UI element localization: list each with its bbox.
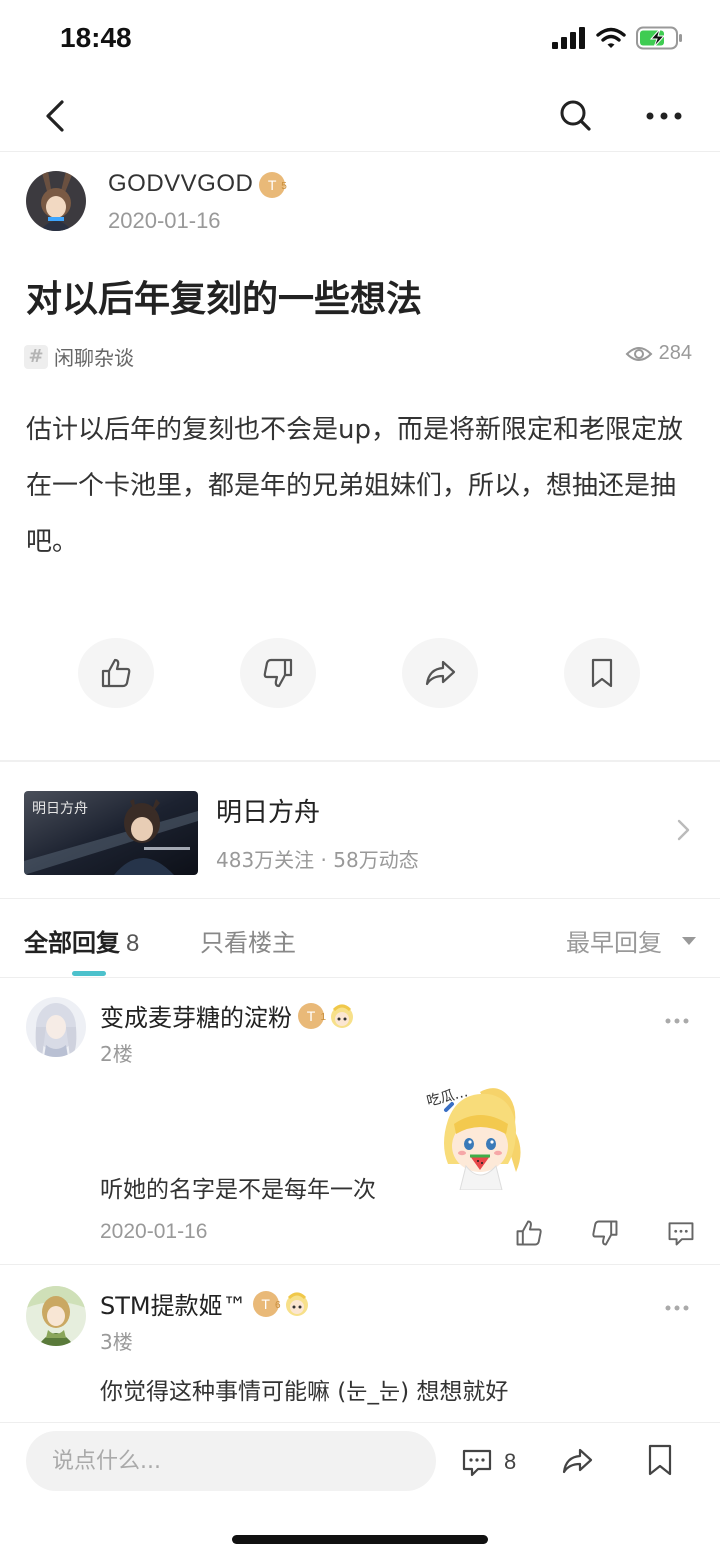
- wifi-icon: [596, 27, 626, 48]
- author-name-text: GODVVGOD: [108, 170, 254, 197]
- thumbs-up-icon: [101, 658, 131, 688]
- search-icon[interactable]: [556, 96, 596, 136]
- game-name[interactable]: 明日方舟: [216, 792, 320, 829]
- author-name[interactable]: GODVVGOD T 5: [108, 170, 287, 198]
- post-body: 估计以后年的复刻也不会是up，而是将新限定和老限定放在一个卡池里，都是年的兄弟姐…: [26, 415, 683, 557]
- reply-more-icon[interactable]: [664, 1303, 690, 1313]
- thumbs-down-icon: [263, 658, 293, 688]
- reply-username[interactable]: STM提款姬™ T6: [100, 1286, 311, 1321]
- tab-all-replies[interactable]: 全部回复 8: [24, 923, 139, 958]
- avatar-emoji-badge-icon: [331, 1004, 353, 1028]
- tag-label: 闲聊杂谈: [54, 346, 134, 370]
- sort-dropdown[interactable]: 最早回复: [566, 923, 696, 958]
- battery-charging-icon: [636, 26, 682, 50]
- game-cover-logo: 明日方舟: [32, 801, 88, 817]
- sort-label: 最早回复: [566, 929, 662, 957]
- post-tag[interactable]: # 闲聊杂谈: [24, 342, 134, 371]
- reply-comment-icon[interactable]: [666, 1218, 696, 1248]
- tab-all-count: 8: [126, 930, 140, 957]
- hashtag-icon: #: [24, 344, 48, 369]
- eye-icon: [625, 346, 653, 361]
- reply-divider: [0, 1264, 720, 1265]
- reply-username[interactable]: 变成麦芽糖的淀粉 T1: [100, 998, 356, 1033]
- reply-username-text: 变成麦芽糖的淀粉: [100, 1004, 292, 1032]
- share-icon: [425, 660, 456, 686]
- bottom-bar: 8: [0, 1422, 720, 1558]
- comment-input[interactable]: [26, 1431, 436, 1491]
- view-count: 284: [625, 342, 692, 365]
- comments-button[interactable]: 8: [460, 1445, 516, 1479]
- more-icon[interactable]: [642, 96, 686, 136]
- reply-like-icon[interactable]: [514, 1218, 544, 1248]
- comment-count: 8: [504, 1449, 517, 1474]
- comment-icon: [462, 1449, 492, 1477]
- post-date: 2020-01-16: [108, 208, 221, 233]
- share-button[interactable]: [402, 638, 478, 708]
- author-level-badge: T5: [259, 171, 287, 198]
- reply-username-text: STM提款姬™: [100, 1292, 247, 1320]
- tab-op-only[interactable]: 只看楼主: [200, 923, 296, 958]
- reply-dislike-icon[interactable]: [590, 1218, 620, 1248]
- game-stats: 483万关注 · 58万动态: [216, 848, 419, 872]
- home-indicator[interactable]: [232, 1535, 488, 1544]
- avatar-emoji-badge-icon: [285, 1292, 308, 1316]
- status-time: 18:48: [60, 22, 132, 53]
- sticker-image: 吃瓜…: [425, 1084, 521, 1190]
- game-cover[interactable]: 明日方舟: [24, 791, 198, 875]
- tab-all-label: 全部回复: [24, 929, 120, 957]
- reply-text: 听她的名字是不是每年一次: [100, 1177, 376, 1203]
- reply-level-badge: T6: [252, 1290, 281, 1317]
- reply-avatar[interactable]: [26, 997, 86, 1057]
- chevron-right-icon[interactable]: [676, 818, 692, 842]
- status-bar: 18:48: [0, 0, 720, 80]
- share-icon[interactable]: [560, 1445, 594, 1477]
- dislike-button[interactable]: [240, 638, 316, 708]
- tab-active-indicator: [72, 971, 106, 976]
- nav-bar: [0, 80, 720, 152]
- cellular-signal-icon: [552, 27, 585, 49]
- post-actions: [0, 638, 720, 710]
- bookmark-icon: [591, 658, 613, 688]
- bookmark-button[interactable]: [564, 638, 640, 708]
- reply-floor: 3楼: [100, 1330, 133, 1354]
- reply-tabs: 全部回复 8 只看楼主 最早回复: [0, 898, 720, 978]
- reply-more-icon[interactable]: [664, 1016, 690, 1026]
- like-button[interactable]: [78, 638, 154, 708]
- view-count-value: 284: [658, 342, 692, 364]
- caret-down-icon: [682, 936, 696, 945]
- reply-floor: 2楼: [100, 1042, 133, 1066]
- reply-date: 2020-01-16: [100, 1220, 208, 1243]
- bookmark-icon[interactable]: [646, 1443, 674, 1477]
- reply-level-badge: T1: [298, 1002, 326, 1029]
- reply-text: 你觉得这种事情可能嘛 (눈_눈) 想想就好: [100, 1379, 509, 1405]
- post-title: 对以后年复刻的一些想法: [26, 279, 423, 320]
- back-icon[interactable]: [36, 94, 76, 138]
- status-icons: [552, 26, 684, 50]
- author-avatar[interactable]: [26, 171, 86, 231]
- reply-avatar[interactable]: [26, 1286, 86, 1346]
- section-divider: [0, 760, 720, 762]
